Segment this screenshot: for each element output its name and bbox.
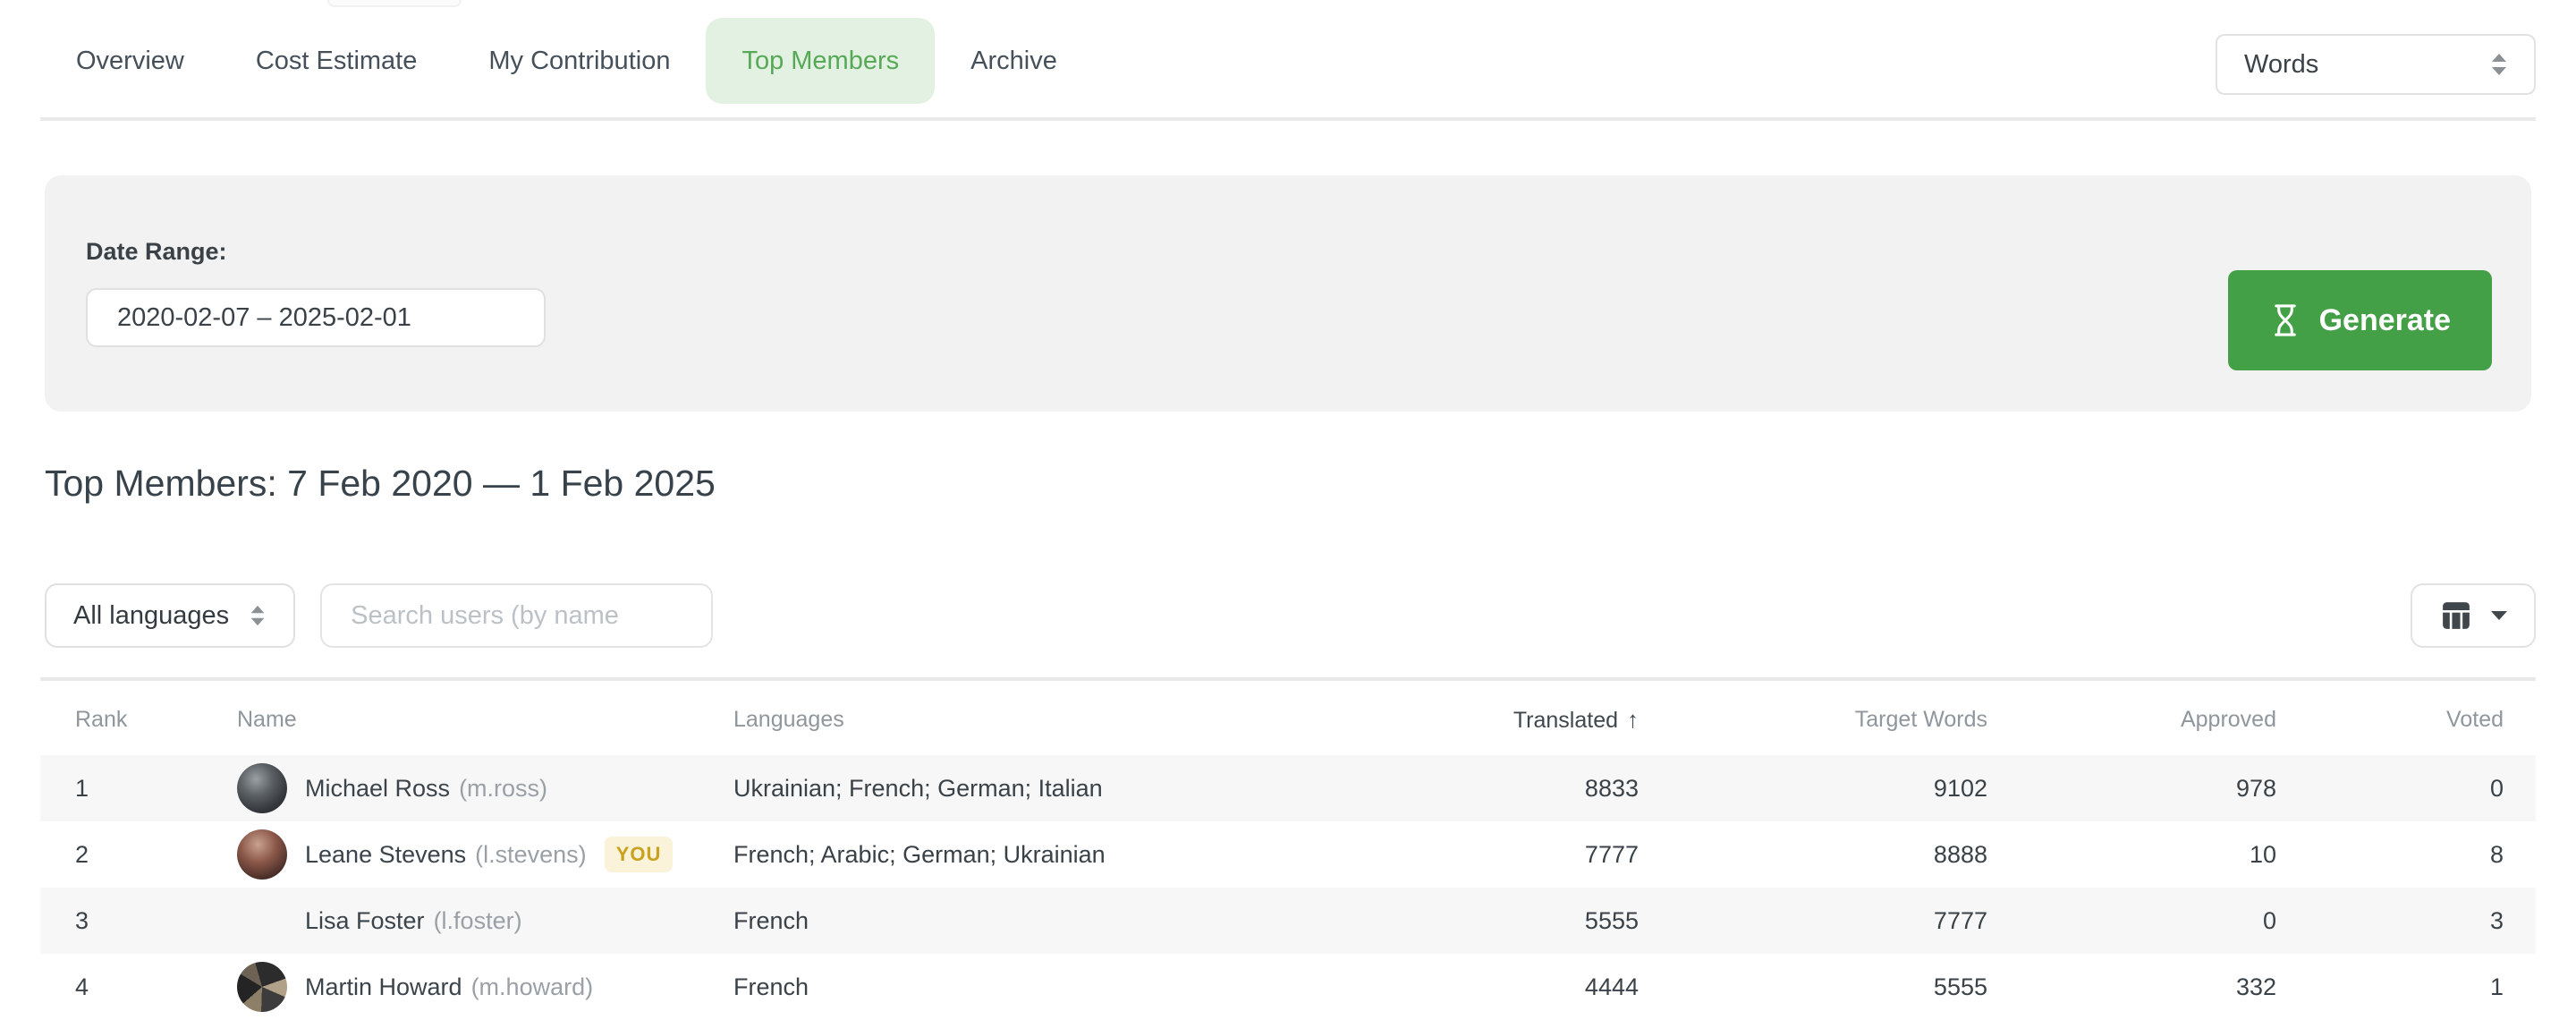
table-row: 1 Michael Ross (m.ross) Ukrainian; Frenc… <box>40 755 2536 821</box>
columns-menu-button[interactable] <box>2411 583 2536 648</box>
sort-ascending-icon: ↑ <box>1627 706 1639 733</box>
rank-value: 3 <box>40 888 237 954</box>
column-header-translated[interactable]: Translated ↑ <box>1297 679 1639 755</box>
report-tabbar: Overview Cost Estimate My Contribution T… <box>0 0 2576 104</box>
languages-value: French <box>733 888 1297 954</box>
rank-value: 2 <box>40 821 237 888</box>
table-row: 3 Lisa Foster (l.foster) French 5555 777… <box>40 888 2536 954</box>
you-badge: YOU <box>605 837 674 872</box>
unit-select[interactable]: Words <box>2216 34 2536 95</box>
target-words-value: 8888 <box>1639 821 1987 888</box>
voted-value: 3 <box>2276 888 2536 954</box>
table-row: 2 Leane Stevens (l.stevens) YOU French; … <box>40 821 2536 888</box>
avatar <box>237 896 287 946</box>
user-name[interactable]: Lisa Foster <box>305 907 425 935</box>
languages-value: French; Arabic; German; Ukrainian <box>733 821 1297 888</box>
translated-value: 5555 <box>1297 888 1639 954</box>
table-header-row: Rank Name Languages Translated ↑ Target W… <box>40 679 2536 755</box>
column-header-approved[interactable]: Approved <box>1987 679 2276 755</box>
user-login: (m.ross) <box>459 775 547 803</box>
page-title: Top Members: 7 Feb 2020 — 1 Feb 2025 <box>45 463 2531 505</box>
user-login: (m.howard) <box>471 973 594 1001</box>
approved-value: 10 <box>1987 821 2276 888</box>
date-range-input[interactable]: 2020-02-07 – 2025-02-01 <box>86 288 546 347</box>
column-header-rank[interactable]: Rank <box>40 679 237 755</box>
user-name[interactable]: Michael Ross <box>305 775 450 803</box>
table-columns-icon <box>2437 597 2475 634</box>
report-settings-panel: Date Range: 2020-02-07 – 2025-02-01 Gene… <box>45 175 2531 412</box>
languages-value: Ukrainian; French; German; Italian <box>733 755 1297 821</box>
date-range-value: 2020-02-07 – 2025-02-01 <box>117 303 411 333</box>
column-header-languages[interactable]: Languages <box>733 679 1297 755</box>
column-header-translated-label: Translated <box>1513 708 1618 733</box>
approved-value: 978 <box>1987 755 2276 821</box>
top-members-table: Rank Name Languages Translated ↑ Target W… <box>40 677 2536 1020</box>
user-login: (l.stevens) <box>475 841 587 869</box>
tab-cost-estimate[interactable]: Cost Estimate <box>220 18 453 104</box>
user-name[interactable]: Leane Stevens <box>305 841 466 869</box>
table-row: 4 Martin Howard (m.howard) French 4444 5… <box>40 954 2536 1020</box>
hourglass-icon <box>2269 303 2301 337</box>
approved-value: 332 <box>1987 954 2276 1020</box>
target-words-value: 9102 <box>1639 755 1987 821</box>
tab-top-members[interactable]: Top Members <box>706 18 935 104</box>
column-header-name[interactable]: Name <box>237 679 733 755</box>
avatar <box>237 962 287 1012</box>
target-words-value: 7777 <box>1639 888 1987 954</box>
language-filter-select[interactable]: All languages <box>45 583 295 648</box>
tab-archive[interactable]: Archive <box>935 18 1093 104</box>
voted-value: 1 <box>2276 954 2536 1020</box>
translated-value: 7777 <box>1297 821 1639 888</box>
language-filter-value: All languages <box>73 601 229 631</box>
column-header-voted[interactable]: Voted <box>2276 679 2536 755</box>
translated-value: 8833 <box>1297 755 1639 821</box>
tab-overview[interactable]: Overview <box>40 18 220 104</box>
languages-value: French <box>733 954 1297 1020</box>
tabbar-divider <box>40 117 2536 121</box>
voted-value: 0 <box>2276 755 2536 821</box>
unit-select-value: Words <box>2244 50 2318 80</box>
user-name[interactable]: Martin Howard <box>305 973 462 1001</box>
generate-button[interactable]: Generate <box>2228 270 2492 370</box>
avatar <box>237 763 287 813</box>
caret-down-icon <box>2489 609 2509 622</box>
approved-value: 0 <box>1987 888 2276 954</box>
generate-button-label: Generate <box>2319 303 2451 338</box>
rank-value: 4 <box>40 954 237 1020</box>
tab-my-contribution[interactable]: My Contribution <box>453 18 706 104</box>
avatar <box>237 829 287 880</box>
date-range-label: Date Range: <box>86 238 2492 266</box>
user-login: (l.foster) <box>434 907 522 935</box>
search-users-input[interactable] <box>320 583 713 648</box>
translated-value: 4444 <box>1297 954 1639 1020</box>
target-words-value: 5555 <box>1639 954 1987 1020</box>
rank-value: 1 <box>40 755 237 821</box>
column-header-target-words[interactable]: Target Words <box>1639 679 1987 755</box>
updown-caret-icon <box>2487 51 2511 78</box>
updown-caret-icon <box>247 603 268 628</box>
filters-row: All languages <box>45 583 2536 648</box>
voted-value: 8 <box>2276 821 2536 888</box>
